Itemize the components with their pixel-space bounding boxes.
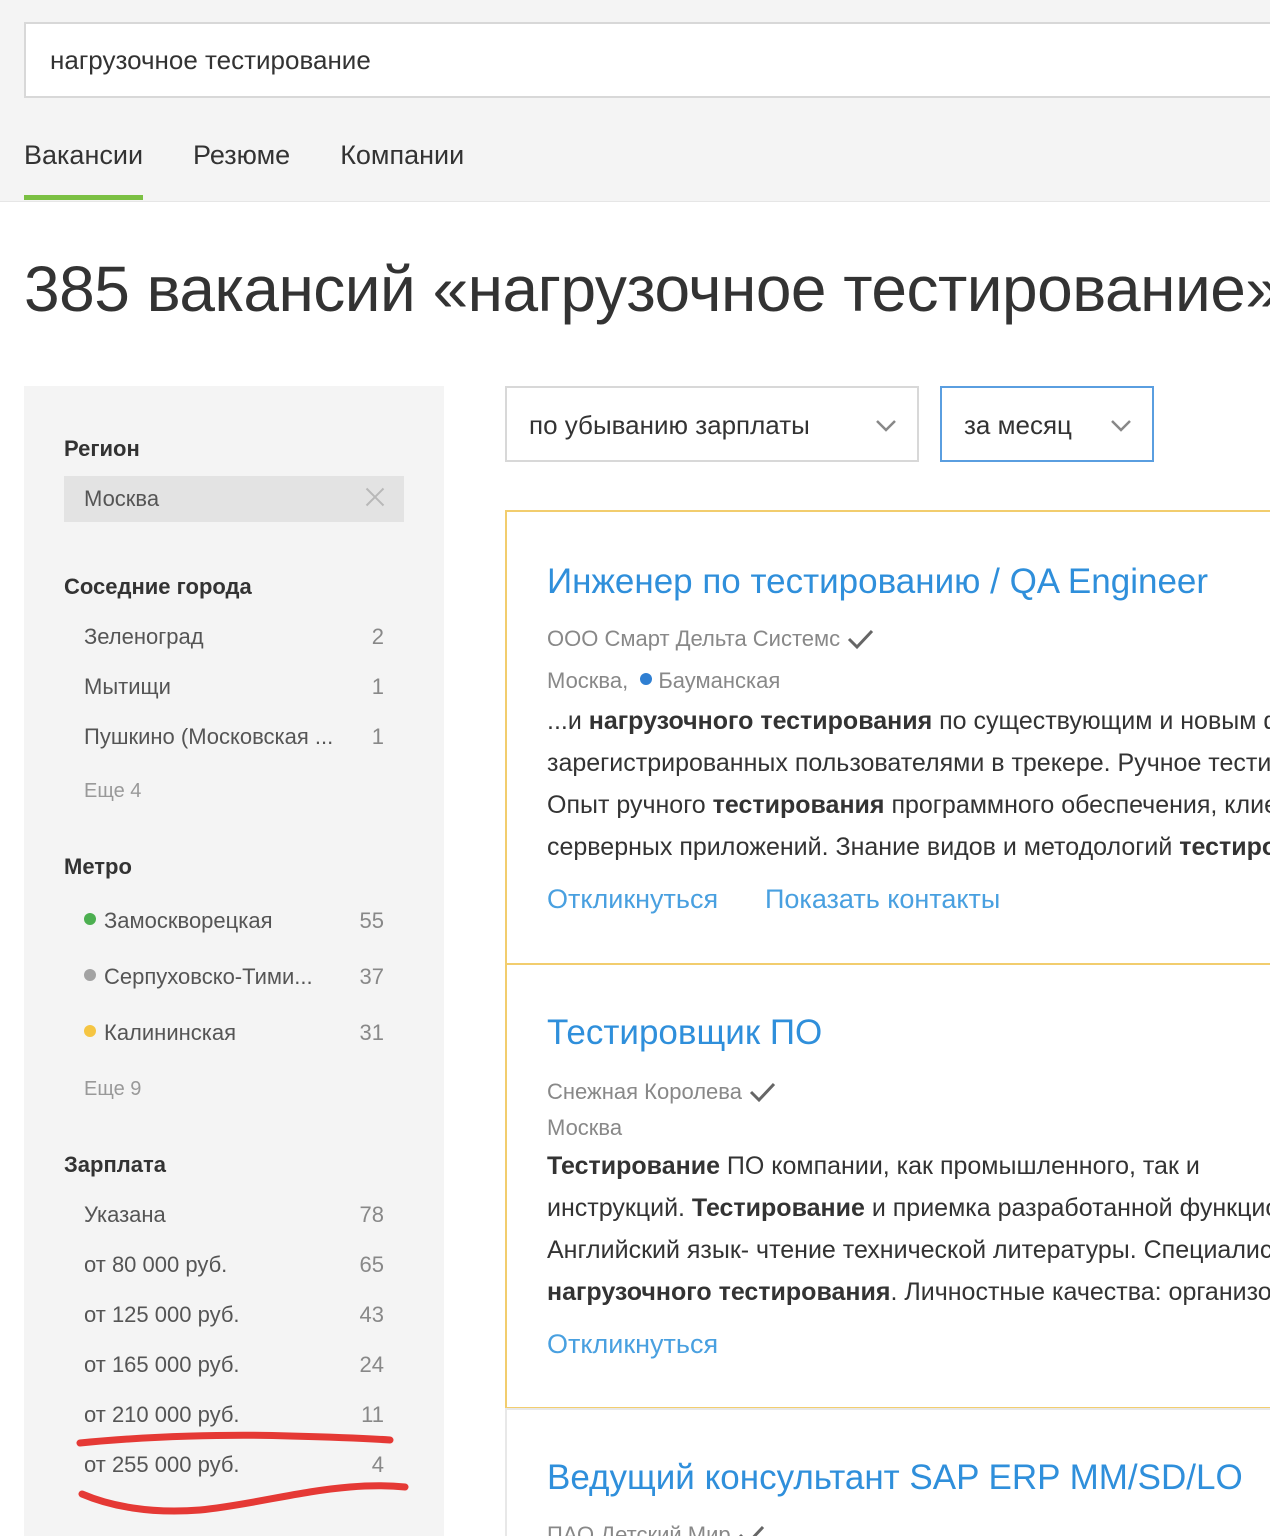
show-contacts-button[interactable]: Показать контакты xyxy=(765,884,1000,915)
vacancy-title-link[interactable]: Ведущий консультант SAP ERP MM/SD/LO xyxy=(547,1458,1243,1498)
metro-title: Метро xyxy=(64,854,132,879)
respond-button[interactable]: Откликнуться xyxy=(547,1329,718,1360)
salary-item[interactable]: от 165 000 руб. 24 xyxy=(84,1352,384,1378)
vacancy-snippet: Тестирование ПО компании, как промышленн… xyxy=(547,1145,1270,1313)
nearby-title: Соседние города xyxy=(64,574,252,599)
verified-check-icon xyxy=(749,1082,776,1103)
count: 37 xyxy=(359,964,384,989)
search-input[interactable] xyxy=(26,24,1270,96)
snippet-line: нагрузочного тестирования. Личностные ка… xyxy=(547,1278,1270,1306)
count: 1 xyxy=(371,674,384,699)
vacancy-card: Тестировщик ПО Снежная Королева Москва Т… xyxy=(505,963,1270,1409)
count: 1 xyxy=(371,724,384,749)
region-title: Регион xyxy=(64,436,140,461)
count: 4 xyxy=(371,1452,384,1477)
respond-button[interactable]: Откликнуться xyxy=(547,884,718,915)
count: 11 xyxy=(361,1402,384,1427)
snippet-line: серверных приложений. Знание видов и мет… xyxy=(547,833,1270,861)
vacancy-title-link[interactable]: Инженер по тестированию / QA Engineer xyxy=(547,562,1208,602)
metro-line-icon xyxy=(84,969,96,981)
vacancy-location: Москва xyxy=(547,1115,623,1140)
tab-resumes[interactable]: Резюме xyxy=(193,140,290,200)
snippet-line: инструкций. Тестирование и приемка разра… xyxy=(547,1194,1270,1222)
region-value: Москва xyxy=(84,486,160,511)
close-icon[interactable] xyxy=(362,484,388,510)
snippet-line: ...и нагрузочного тестирования по сущест… xyxy=(547,707,1270,735)
vacancy-location: Москва, Бауманская xyxy=(547,668,781,693)
nearby-more-link[interactable]: Еще 4 xyxy=(84,780,141,803)
search-header: Вакансии Резюме Компании xyxy=(0,0,1270,202)
vacancy-card: Ведущий консультант SAP ERP MM/SD/LO ПАО… xyxy=(505,1408,1270,1536)
count: 2 xyxy=(371,624,384,649)
metro-line-icon xyxy=(84,1025,96,1037)
vacancy-card: Инженер по тестированию / QA Engineer ОО… xyxy=(505,510,1270,965)
metro-line-icon xyxy=(640,673,653,685)
region-chip[interactable]: Москва xyxy=(64,476,404,522)
tab-companies[interactable]: Компании xyxy=(340,140,464,200)
count: 55 xyxy=(359,908,384,933)
verified-check-icon xyxy=(848,629,874,650)
metro-line-icon xyxy=(84,913,96,925)
chevron-down-icon xyxy=(876,420,896,432)
verified-check-icon xyxy=(738,1525,764,1536)
nearby-item[interactable]: Мытищи 1 xyxy=(84,674,384,700)
period-value: за месяц xyxy=(964,410,1072,440)
snippet-line: Опыт ручного тестирования программного о… xyxy=(547,791,1270,819)
company-link[interactable]: ПАО Детский Мир xyxy=(547,1522,765,1536)
snippet-line: зарегистрированных пользователями в трек… xyxy=(547,749,1270,777)
filters-sidebar: Регион Москва Соседние города Зеленоград… xyxy=(24,386,444,1536)
metro-station: Бауманская xyxy=(658,668,781,693)
company-link[interactable]: Снежная Королева xyxy=(547,1079,776,1105)
sort-order-value: по убыванию зарплаты xyxy=(529,410,810,440)
salary-item[interactable]: Указана 78 xyxy=(84,1202,384,1228)
chevron-down-icon xyxy=(1111,420,1131,432)
metro-more-link[interactable]: Еще 9 xyxy=(84,1078,141,1101)
snippet-line: Английский язык- чтение технической лите… xyxy=(547,1236,1270,1264)
salary-item[interactable]: от 80 000 руб. 65 xyxy=(84,1252,384,1278)
count: 65 xyxy=(359,1252,384,1277)
search-field[interactable] xyxy=(24,22,1270,98)
count: 24 xyxy=(359,1352,384,1377)
tab-vacancies[interactable]: Вакансии xyxy=(24,140,144,200)
count: 43 xyxy=(359,1302,384,1327)
salary-title: Зарплата xyxy=(64,1152,166,1177)
salary-item[interactable]: от 125 000 руб. 43 xyxy=(84,1302,384,1328)
salary-item[interactable]: от 255 000 руб. 4 xyxy=(84,1452,384,1478)
search-tabs: Вакансии Резюме Компании xyxy=(24,140,464,200)
salary-item[interactable]: от 210 000 руб. 11 xyxy=(84,1402,384,1428)
vacancy-snippet: ...и нагрузочного тестирования по сущест… xyxy=(547,700,1270,868)
period-select[interactable]: за месяц xyxy=(940,386,1154,462)
snippet-line: Тестирование ПО компании, как промышленн… xyxy=(547,1152,1200,1180)
nearby-item[interactable]: Пушкино (Московская ... 1 xyxy=(84,724,384,750)
count: 31 xyxy=(359,1020,384,1045)
metro-item[interactable]: Калининская 31 xyxy=(84,1020,384,1046)
sort-order-select[interactable]: по убыванию зарплаты xyxy=(505,386,919,462)
company-link[interactable]: ООО Смарт Дельта Системс xyxy=(547,626,874,652)
vacancy-title-link[interactable]: Тестировщик ПО xyxy=(547,1013,822,1053)
page-title: 385 вакансий «нагрузочное тестирование» xyxy=(24,253,1270,325)
metro-item[interactable]: Серпуховско-Тими... 37 xyxy=(84,964,384,990)
nearby-item[interactable]: Зеленоград 2 xyxy=(84,624,384,650)
count: 78 xyxy=(359,1202,384,1227)
metro-item[interactable]: Замоскворецкая 55 xyxy=(84,908,384,934)
